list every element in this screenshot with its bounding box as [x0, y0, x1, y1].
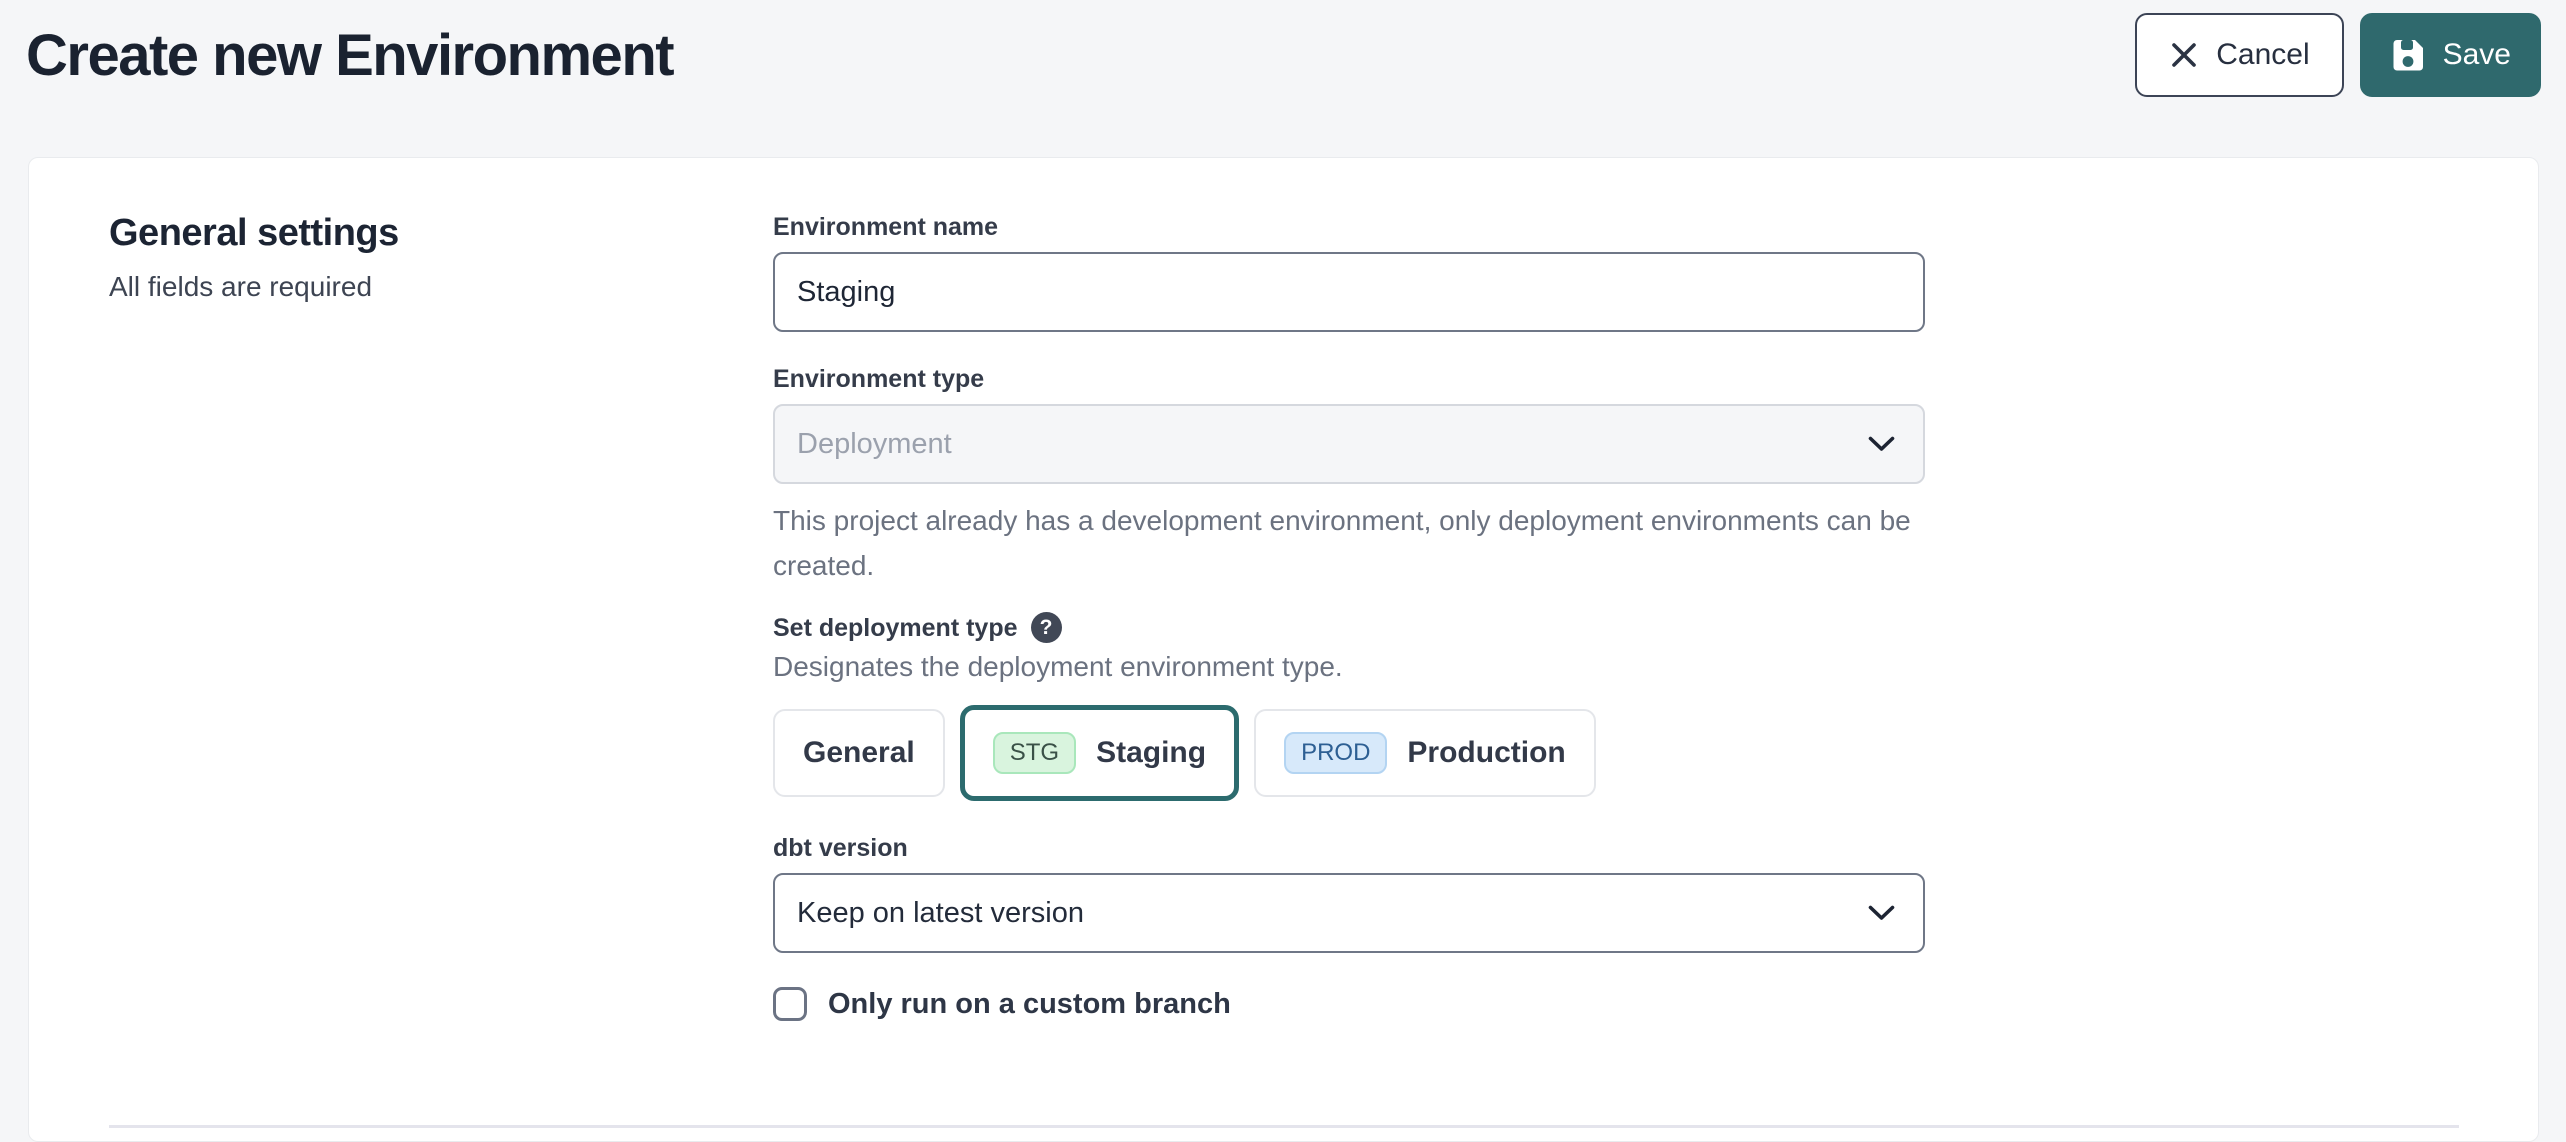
environment-name-input[interactable]: [773, 252, 1925, 332]
deployment-type-option-general[interactable]: General: [773, 709, 945, 797]
settings-card: General settings All fields are required…: [28, 157, 2539, 1142]
environment-type-label: Environment type: [773, 364, 1925, 394]
prod-badge: PROD: [1284, 732, 1387, 774]
section-intro: General settings All fields are required: [109, 212, 773, 303]
custom-branch-checkbox[interactable]: [773, 987, 807, 1021]
deployment-type-description: Designates the deployment environment ty…: [773, 649, 1925, 685]
close-icon: [2169, 40, 2199, 70]
environment-type-select[interactable]: Deployment: [773, 404, 1925, 484]
custom-branch-label[interactable]: Only run on a custom branch: [828, 988, 1231, 1021]
section-divider: [109, 1125, 2459, 1128]
deployment-type-option-staging[interactable]: STG Staging: [960, 705, 1239, 801]
deployment-type-option-staging-label: Staging: [1096, 736, 1206, 770]
header-actions: Cancel Save: [2135, 13, 2541, 97]
page-title: Create new Environment: [26, 22, 673, 89]
section-subtitle: All fields are required: [109, 271, 773, 303]
deployment-type-options: General STG Staging PROD Production: [773, 705, 1925, 801]
chevron-down-icon: [1868, 436, 1895, 453]
deployment-type-label: Set deployment type: [773, 613, 1018, 643]
environment-form: Environment name Environment type Deploy…: [773, 212, 1925, 1021]
cancel-button[interactable]: Cancel: [2135, 13, 2343, 97]
deployment-type-label-row: Set deployment type ?: [773, 612, 1925, 643]
page-header: Create new Environment Cancel Save: [0, 0, 2566, 97]
deployment-type-option-production-label: Production: [1407, 736, 1565, 770]
custom-branch-row: Only run on a custom branch: [773, 987, 1925, 1021]
chevron-down-icon: [1868, 905, 1895, 922]
deployment-type-option-production[interactable]: PROD Production: [1254, 709, 1596, 797]
save-button-label: Save: [2443, 38, 2511, 72]
dbt-version-select[interactable]: Keep on latest version: [773, 873, 1925, 953]
dbt-version-value: Keep on latest version: [797, 897, 1084, 930]
environment-type-value: Deployment: [797, 428, 952, 461]
stg-badge: STG: [993, 732, 1076, 774]
environment-name-label: Environment name: [773, 212, 1925, 242]
question-circle-icon[interactable]: ?: [1031, 612, 1062, 643]
save-button[interactable]: Save: [2360, 13, 2541, 97]
dbt-version-label: dbt version: [773, 833, 1925, 863]
save-icon: [2390, 37, 2426, 73]
environment-type-helper: This project already has a development e…: [773, 498, 1913, 588]
section-title: General settings: [109, 212, 773, 255]
cancel-button-label: Cancel: [2216, 38, 2309, 72]
deployment-type-option-general-label: General: [803, 736, 915, 770]
